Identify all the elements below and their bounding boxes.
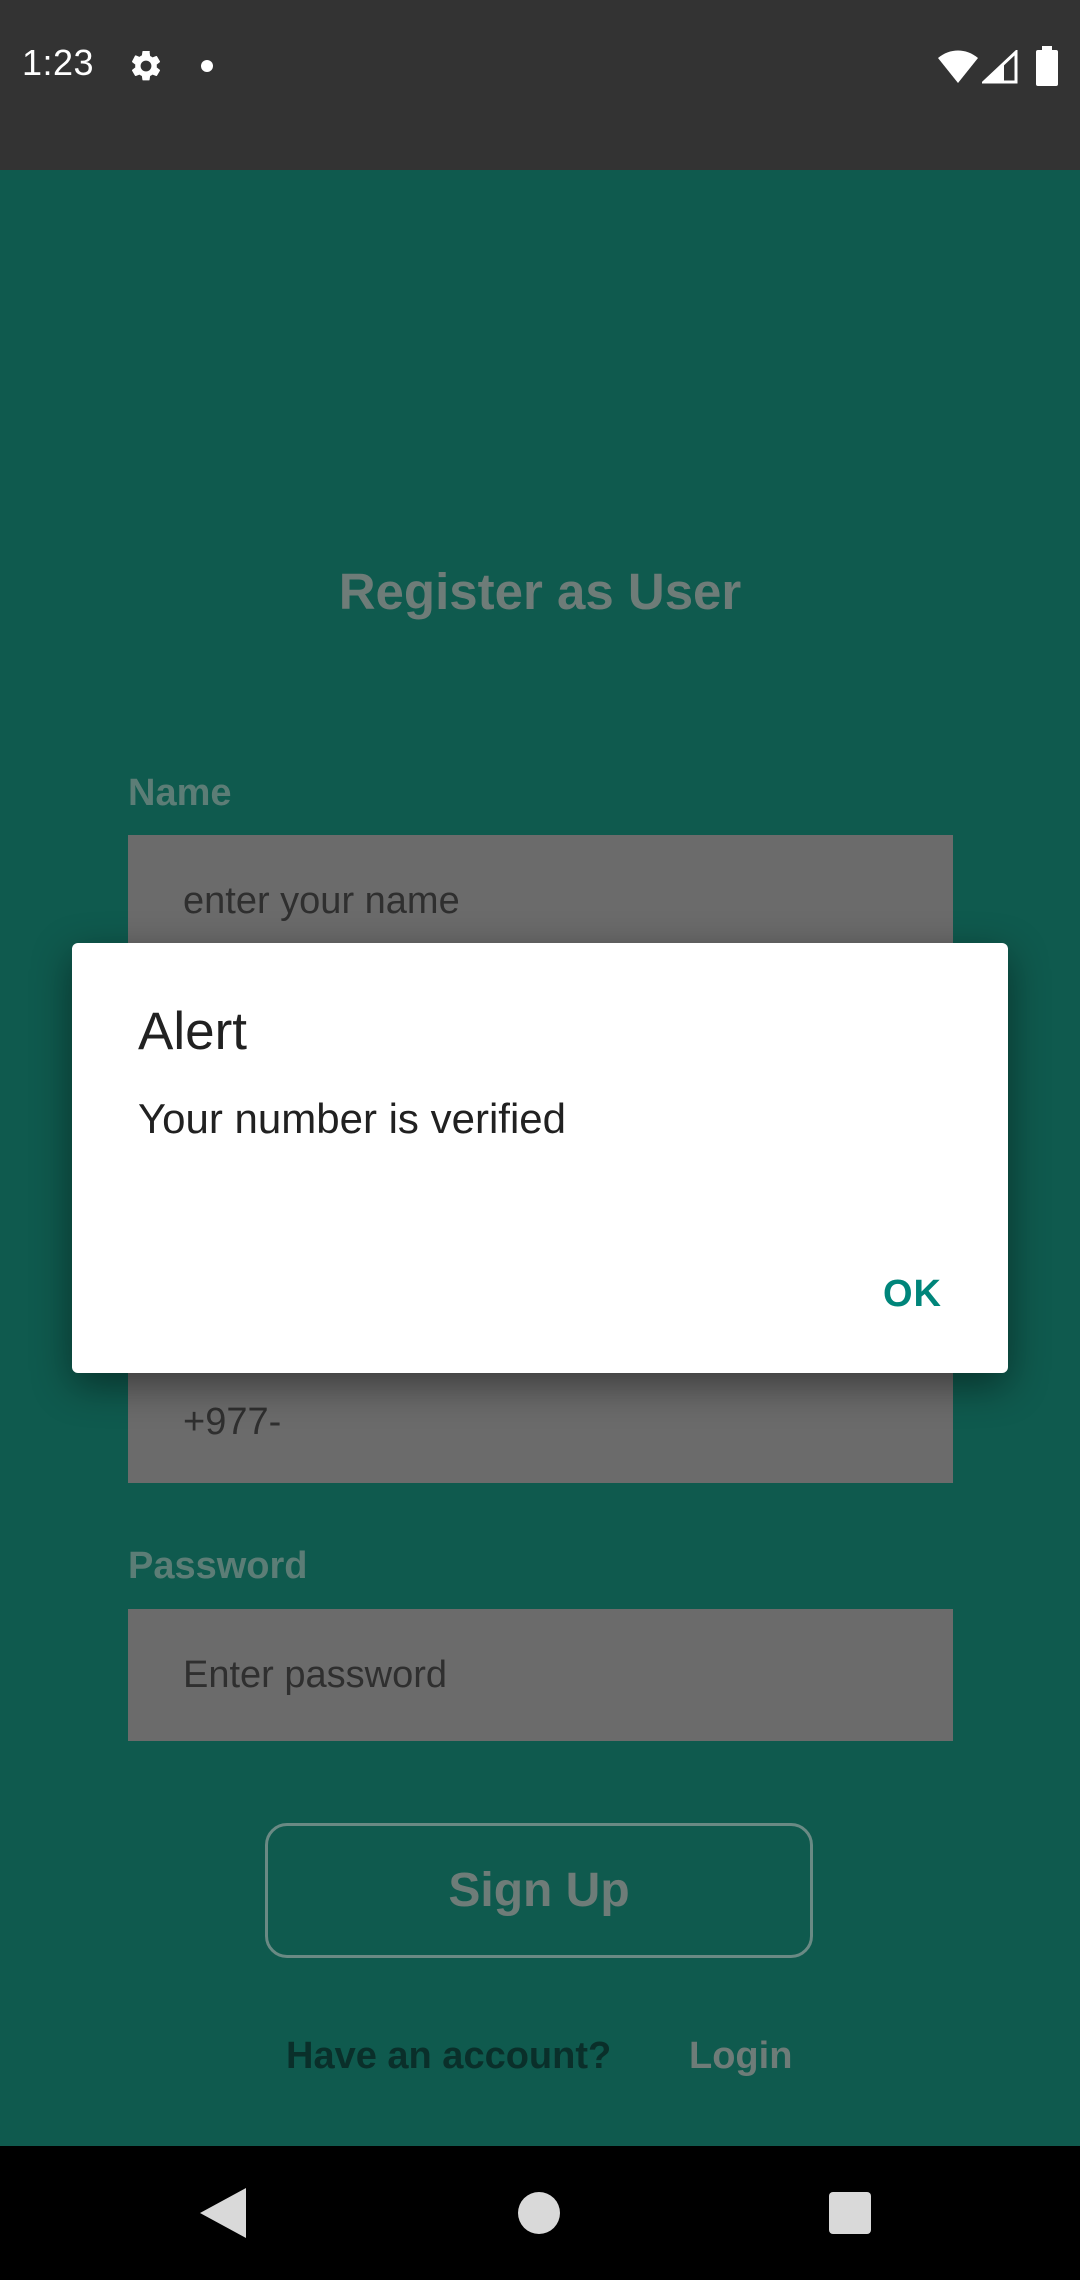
screen: 1:23 Register as User Name enter your na… xyxy=(0,0,1080,2280)
phone-value: +977- xyxy=(183,1401,282,1443)
signal-icon xyxy=(982,50,1018,84)
dialog-message: Your number is verified xyxy=(138,1095,566,1142)
alert-dialog: Alert Your number is verified OK xyxy=(72,943,1008,1373)
page-title: Register as User xyxy=(338,563,742,620)
home-icon[interactable] xyxy=(518,2192,560,2234)
recents-icon[interactable] xyxy=(829,2192,871,2234)
battery-icon xyxy=(1036,46,1058,86)
dialog-title: Alert xyxy=(138,1002,247,1061)
navigation-bar xyxy=(0,2146,1080,2280)
status-bar: 1:23 xyxy=(0,0,1080,170)
password-label: Password xyxy=(128,1545,308,1587)
password-field[interactable]: Enter password xyxy=(128,1609,953,1741)
gear-icon xyxy=(131,50,161,81)
notification-dot-icon xyxy=(201,60,213,72)
wifi-icon xyxy=(938,50,978,83)
have-account-text: Have an account? xyxy=(286,2035,612,2077)
status-time: 1:23 xyxy=(22,42,95,83)
password-placeholder: Enter password xyxy=(183,1654,448,1696)
name-label: Name xyxy=(128,772,232,814)
login-link[interactable]: Login xyxy=(689,2035,792,2078)
signup-button[interactable]: Sign Up xyxy=(265,1823,813,1958)
back-icon[interactable] xyxy=(200,2188,246,2238)
ok-button[interactable]: OK xyxy=(883,1273,942,1316)
